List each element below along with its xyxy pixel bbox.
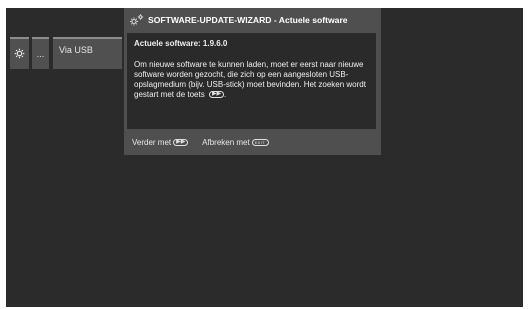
dialog-message: Om nieuwe software te kunnen laden, moet… <box>134 60 370 100</box>
software-update-dialog: SOFTWARE-UPDATE-WIZARD - Actuele softwar… <box>124 8 381 155</box>
exit-key-icon: EXIT <box>251 139 269 146</box>
continue-action[interactable]: Verder met ▶▶ <box>132 138 189 147</box>
fast-forward-key-icon: ▶▶ <box>208 91 224 99</box>
cancel-label: Afbreken met <box>202 138 250 147</box>
current-software-version: Actuele software: 1.9.6.0 <box>134 39 228 48</box>
menu-item-more-label: ... <box>36 49 45 59</box>
dialog-body: Actuele software: 1.9.6.0 Om nieuwe soft… <box>127 33 376 129</box>
dialog-footer: Verder met ▶▶ Afbreken met EXIT <box>132 138 283 147</box>
dialog-header: SOFTWARE-UPDATE-WIZARD - Actuele softwar… <box>124 8 381 32</box>
fast-forward-key-icon: ▶▶ <box>173 139 189 146</box>
dialog-title: SOFTWARE-UPDATE-WIZARD - Actuele softwar… <box>148 15 348 25</box>
tv-screen: ... Via USB SOFTWARE-UPDATE-WIZARD - Act… <box>6 8 523 307</box>
cancel-action[interactable]: Afbreken met EXIT <box>202 138 269 147</box>
gear-icon <box>14 48 25 61</box>
dialog-message-text: Om nieuwe software te kunnen laden, moet… <box>134 60 366 99</box>
menu-item-via-usb[interactable]: Via USB <box>53 37 122 69</box>
continue-label: Verder met <box>132 138 172 147</box>
menu-item-more[interactable]: ... <box>32 37 49 69</box>
dialog-message-end: . <box>223 90 227 99</box>
gears-icon <box>129 14 144 26</box>
menu-item-settings[interactable] <box>10 37 29 69</box>
menu-item-via-usb-label: Via USB <box>59 45 93 55</box>
